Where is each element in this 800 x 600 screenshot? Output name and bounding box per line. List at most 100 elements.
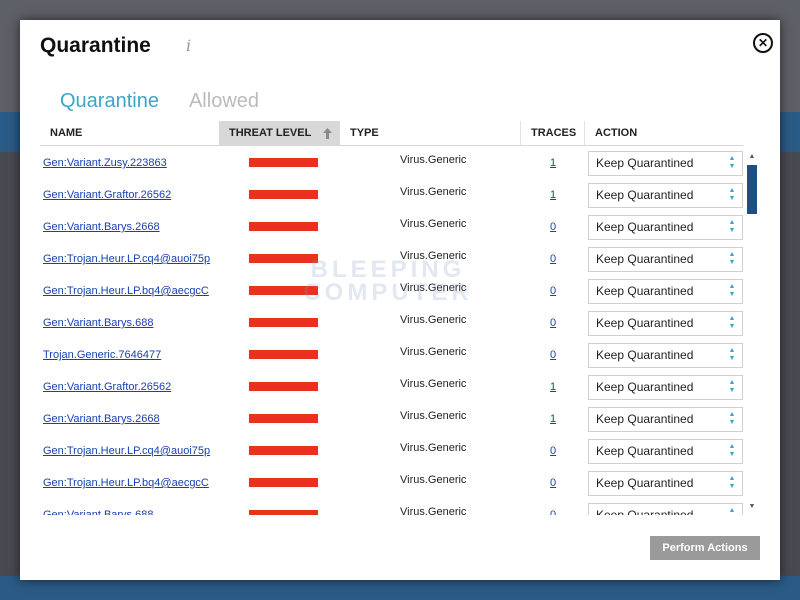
action-select[interactable]: Keep Quarantined ▲▼ (588, 183, 743, 208)
action-select-value: Keep Quarantined (596, 412, 694, 426)
threat-name-link[interactable]: Gen:Variant.Zusy.223863 (43, 147, 167, 179)
threat-level-bar (249, 478, 318, 487)
action-select[interactable]: Keep Quarantined ▲▼ (588, 279, 743, 304)
threat-name-link[interactable]: Gen:Variant.Graftor.26562 (43, 179, 171, 211)
threat-level-cell (249, 211, 318, 243)
threat-type: Virus.Generic (400, 442, 467, 454)
select-updown-icon: ▲▼ (728, 347, 736, 362)
traces-link[interactable]: 0 (550, 435, 556, 467)
threat-name-link[interactable]: Gen:Variant.Barys.2668 (43, 403, 160, 435)
tab-allowed[interactable]: Allowed (189, 90, 259, 113)
traces-link[interactable]: 1 (550, 147, 556, 179)
action-select[interactable]: Keep Quarantined ▲▼ (588, 343, 743, 368)
column-header-traces[interactable]: TRACES (531, 121, 576, 146)
sort-ascending-icon (323, 121, 332, 146)
table-row: Gen:Trojan.Heur.LP.bq4@aecgcC Virus.Gener… (40, 467, 744, 499)
action-select[interactable]: Keep Quarantined ▲▼ (588, 247, 743, 272)
select-updown-icon: ▲▼ (728, 443, 736, 458)
table-row: Gen:Variant.Zusy.223863 Virus.Generic 1 Kee… (40, 147, 744, 179)
threat-level-cell (249, 371, 318, 403)
info-icon[interactable]: i (186, 36, 191, 55)
threat-level-bar (249, 222, 318, 231)
threat-type: Virus.Generic (400, 346, 467, 358)
table-row: Gen:Trojan.Heur.LP.cq4@auoi75p Virus.Gene… (40, 435, 744, 467)
traces-link[interactable]: 1 (550, 179, 556, 211)
threat-level-cell (249, 147, 318, 179)
threat-name-link[interactable]: Trojan.Generic.7646477 (43, 339, 161, 371)
threat-name-link[interactable]: Gen:Variant.Barys.688 (43, 307, 153, 339)
traces-link[interactable]: 0 (550, 211, 556, 243)
threat-level-cell (249, 435, 318, 467)
threat-type: Virus.Generic (400, 186, 467, 198)
scroll-up-icon[interactable]: ▲ (747, 152, 757, 162)
threat-type: Virus.Generic (400, 506, 467, 515)
threat-level-bar (249, 510, 318, 515)
threat-type: Virus.Generic (400, 410, 467, 422)
threat-name-link[interactable]: Gen:Variant.Barys.2668 (43, 211, 160, 243)
column-header-threat-level[interactable]: THREAT LEVEL (219, 121, 340, 146)
column-header-name[interactable]: NAME (50, 121, 82, 146)
traces-link[interactable]: 0 (550, 467, 556, 499)
table-row: Gen:Variant.Barys.2668 Virus.Generic 1 Keep… (40, 403, 744, 435)
threat-level-cell (249, 179, 318, 211)
column-header-type[interactable]: TYPE (350, 121, 379, 146)
perform-actions-button[interactable]: Perform Actions (650, 536, 760, 560)
threat-name-link[interactable]: Gen:Trojan.Heur.LP.bq4@aecgcC (43, 467, 209, 499)
traces-link[interactable]: 1 (550, 403, 556, 435)
column-divider (584, 121, 585, 146)
traces-link[interactable]: 0 (550, 499, 556, 515)
threat-type: Virus.Generic (400, 474, 467, 486)
action-select[interactable]: Keep Quarantined ▲▼ (588, 311, 743, 336)
table-row: Gen:Variant.Barys.688 Virus.Generic 0 Keep … (40, 307, 744, 339)
action-select-value: Keep Quarantined (596, 252, 694, 266)
action-select-value: Keep Quarantined (596, 380, 694, 394)
scroll-down-icon[interactable]: ▼ (747, 502, 757, 512)
watermark-logo: BLEEPING COMPUTER (268, 258, 508, 305)
dialog-title: Quarantine (40, 34, 151, 57)
traces-link[interactable]: 1 (550, 371, 556, 403)
traces-link[interactable]: 0 (550, 307, 556, 339)
action-select[interactable]: Keep Quarantined ▲▼ (588, 375, 743, 400)
threat-level-bar (249, 414, 318, 423)
scroll-thumb[interactable] (747, 165, 757, 214)
action-select[interactable]: Keep Quarantined ▲▼ (588, 151, 743, 176)
select-updown-icon: ▲▼ (728, 379, 736, 394)
action-select-value: Keep Quarantined (596, 156, 694, 170)
table-row: Gen:Variant.Graftor.26562 Virus.Generic 1 K… (40, 371, 744, 403)
tab-bar: Quarantine Allowed (60, 90, 289, 113)
close-icon: ✕ (757, 36, 769, 50)
threat-name-link[interactable]: Gen:Variant.Barys.688 (43, 499, 153, 515)
traces-link[interactable]: 0 (550, 339, 556, 371)
threat-type: Virus.Generic (400, 154, 467, 166)
action-select-value: Keep Quarantined (596, 348, 694, 362)
table-row: Gen:Variant.Barys.688 Virus.Generic 0 Keep … (40, 499, 744, 515)
column-header-threat-level-label: THREAT LEVEL (229, 127, 312, 139)
threat-name-link[interactable]: Gen:Trojan.Heur.LP.cq4@auoi75p (43, 435, 210, 467)
traces-link[interactable]: 0 (550, 243, 556, 275)
close-button[interactable]: ✕ (753, 33, 773, 53)
action-select-value: Keep Quarantined (596, 220, 694, 234)
table-scrollbar[interactable]: ▲ ▼ (747, 152, 757, 512)
threat-name-link[interactable]: Gen:Variant.Graftor.26562 (43, 371, 171, 403)
action-select[interactable]: Keep Quarantined ▲▼ (588, 407, 743, 432)
threat-type: Virus.Generic (400, 218, 467, 230)
threat-level-bar (249, 318, 318, 327)
action-select[interactable]: Keep Quarantined ▲▼ (588, 215, 743, 240)
column-divider (520, 121, 521, 146)
action-select[interactable]: Keep Quarantined ▲▼ (588, 503, 743, 515)
action-select[interactable]: Keep Quarantined ▲▼ (588, 439, 743, 464)
column-header-action[interactable]: ACTION (595, 121, 637, 146)
threat-name-link[interactable]: Gen:Trojan.Heur.LP.bq4@aecgcC (43, 275, 209, 307)
threat-level-cell (249, 339, 318, 371)
tab-quarantine[interactable]: Quarantine (60, 90, 159, 113)
threat-level-bar (249, 350, 318, 359)
threat-level-cell (249, 307, 318, 339)
select-updown-icon: ▲▼ (728, 283, 736, 298)
table-row: Gen:Variant.Barys.2668 Virus.Generic 0 Keep… (40, 211, 744, 243)
action-select[interactable]: Keep Quarantined ▲▼ (588, 471, 743, 496)
threat-level-bar (249, 158, 318, 167)
traces-link[interactable]: 0 (550, 275, 556, 307)
action-select-value: Keep Quarantined (596, 284, 694, 298)
select-updown-icon: ▲▼ (728, 251, 736, 266)
threat-name-link[interactable]: Gen:Trojan.Heur.LP.cq4@auoi75p (43, 243, 210, 275)
